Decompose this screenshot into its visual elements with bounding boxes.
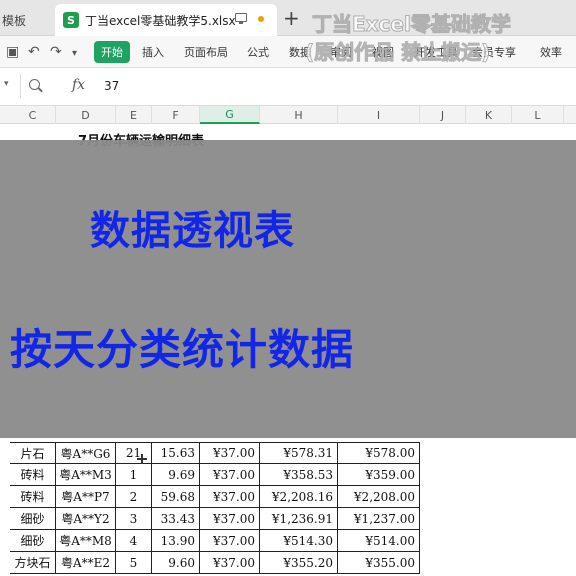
cell-amount[interactable]: ¥355.20	[260, 552, 338, 574]
cell-weight[interactable]: 9.69	[152, 464, 200, 486]
menu-formula[interactable]: 公式	[247, 44, 269, 60]
cell-day[interactable]: 5	[116, 552, 152, 574]
name-box-dropdown-icon[interactable]: ▾	[4, 79, 9, 89]
cell-plate[interactable]: 粤A**P7	[56, 486, 116, 508]
monitor-icon[interactable]	[235, 13, 247, 24]
cell-day[interactable]: 3	[116, 508, 152, 530]
formula-bar-divider	[20, 74, 21, 98]
table-row: 砖料 粤A**P7 2 59.68 ¥37.00 ¥2,208.16 ¥2,20…	[0, 486, 576, 508]
column-header-h[interactable]: H	[260, 106, 338, 124]
cell-plate[interactable]: 粤A**M8	[56, 530, 116, 552]
start-tab-button[interactable]: 开始	[94, 41, 130, 63]
cell-price[interactable]: ¥37.00	[200, 486, 260, 508]
cell-material[interactable]: 方块石	[10, 552, 56, 574]
cell-amount[interactable]: ¥1,236.91	[260, 508, 338, 530]
column-header-row: C D E F G H I J K L	[0, 106, 576, 124]
cell-day[interactable]: 1	[116, 464, 152, 486]
cell-amount[interactable]: ¥358.53	[260, 464, 338, 486]
cell-day[interactable]: 4	[116, 530, 152, 552]
column-header-e[interactable]: E	[116, 106, 152, 124]
menu-page-layout[interactable]: 页面布局	[184, 44, 228, 60]
column-header-c[interactable]: C	[10, 106, 56, 124]
add-tab-button[interactable]: +	[283, 8, 300, 28]
cell-amount[interactable]: ¥2,208.16	[260, 486, 338, 508]
cell-material[interactable]: 细砂	[10, 530, 56, 552]
tab-previous-label: 模板	[2, 13, 27, 28]
cell-rounded[interactable]: ¥359.00	[338, 464, 420, 486]
spreadsheet-logo-icon: S	[63, 12, 79, 28]
unsaved-dot-icon	[258, 16, 264, 22]
cell-weight[interactable]: 59.68	[152, 486, 200, 508]
column-header-j[interactable]: J	[420, 106, 466, 124]
dropdown-icon[interactable]: ▾	[72, 46, 77, 62]
column-header-l[interactable]: L	[512, 106, 564, 124]
formula-bar: ▾ fx 37	[0, 68, 576, 106]
cell-material[interactable]: 砖料	[10, 464, 56, 486]
table-row: 砖料 粤A**M3 1 9.69 ¥37.00 ¥358.53 ¥359.00	[0, 464, 576, 486]
cell-plate[interactable]: 粤A**E2	[56, 552, 116, 574]
tab-active-title: 丁当excel零基础教学5.xlsx	[85, 13, 236, 28]
fx-icon[interactable]: fx	[72, 77, 85, 93]
cell-rounded[interactable]: ¥355.00	[338, 552, 420, 574]
cell-weight[interactable]: 33.43	[152, 508, 200, 530]
menu-insert[interactable]: 插入	[142, 44, 164, 60]
watermark-line-1: 丁当Excel零基础教学	[312, 12, 512, 37]
table-row: 细砂 粤A**Y2 3 33.43 ¥37.00 ¥1,236.91 ¥1,23…	[0, 508, 576, 530]
watermark-line-2: (原创作品 禁止搬运)	[304, 40, 491, 65]
formula-input[interactable]: 37	[104, 79, 119, 93]
column-header-f[interactable]: F	[152, 106, 200, 124]
table-row: 细砂 粤A**M8 4 13.90 ¥37.00 ¥514.30 ¥514.00	[0, 530, 576, 552]
cell-price[interactable]: ¥37.00	[200, 530, 260, 552]
table-row: 片石 粤A**G6 21 15.63 ¥37.00 ¥578.31 ¥578.0…	[0, 442, 576, 464]
cell-day[interactable]: 2	[116, 486, 152, 508]
cell-price[interactable]: ¥37.00	[200, 552, 260, 574]
title-banner: 数据透视表 按天分类统计数据	[0, 140, 576, 438]
cell-material[interactable]: 砖料	[10, 486, 56, 508]
column-header-d[interactable]: D	[56, 106, 116, 124]
banner-subtitle: 按天分类统计数据	[10, 325, 355, 374]
cell-rounded[interactable]: ¥578.00	[338, 442, 420, 464]
save-icon[interactable]: ▣	[6, 44, 19, 60]
cell-weight[interactable]: 13.90	[152, 530, 200, 552]
undo-icon[interactable]: ↶	[28, 44, 40, 60]
search-icon[interactable]	[29, 79, 40, 90]
redo-icon[interactable]: ↷	[50, 44, 62, 60]
cell-plate[interactable]: 粤A**G6	[56, 442, 116, 464]
cell-weight[interactable]: 9.60	[152, 552, 200, 574]
banner-title: 数据透视表	[90, 208, 295, 254]
cell-plate[interactable]: 粤A**Y2	[56, 508, 116, 530]
cell-amount[interactable]: ¥578.31	[260, 442, 338, 464]
cell-cursor-icon	[137, 454, 147, 464]
table-row: 方块石 粤A**E2 5 9.60 ¥37.00 ¥355.20 ¥355.00	[0, 552, 576, 574]
cell-rounded[interactable]: ¥514.00	[338, 530, 420, 552]
cell-material[interactable]: 片石	[10, 442, 56, 464]
cell-rounded[interactable]: ¥1,237.00	[338, 508, 420, 530]
cell-material[interactable]: 细砂	[10, 508, 56, 530]
cell-plate[interactable]: 粤A**M3	[56, 464, 116, 486]
menu-efficiency[interactable]: 效率	[540, 44, 562, 60]
column-header-k[interactable]: K	[466, 106, 512, 124]
cell-amount[interactable]: ¥514.30	[260, 530, 338, 552]
tab-previous[interactable]: 模板	[0, 4, 52, 36]
cell-rounded[interactable]: ¥2,208.00	[338, 486, 420, 508]
column-header-i[interactable]: I	[338, 106, 420, 124]
column-header-g[interactable]: G	[200, 106, 260, 124]
cell-weight[interactable]: 15.63	[152, 442, 200, 464]
cell-price[interactable]: ¥37.00	[200, 508, 260, 530]
start-tab-label: 开始	[101, 46, 123, 59]
cell-price[interactable]: ¥37.00	[200, 442, 260, 464]
cell-price[interactable]: ¥37.00	[200, 464, 260, 486]
